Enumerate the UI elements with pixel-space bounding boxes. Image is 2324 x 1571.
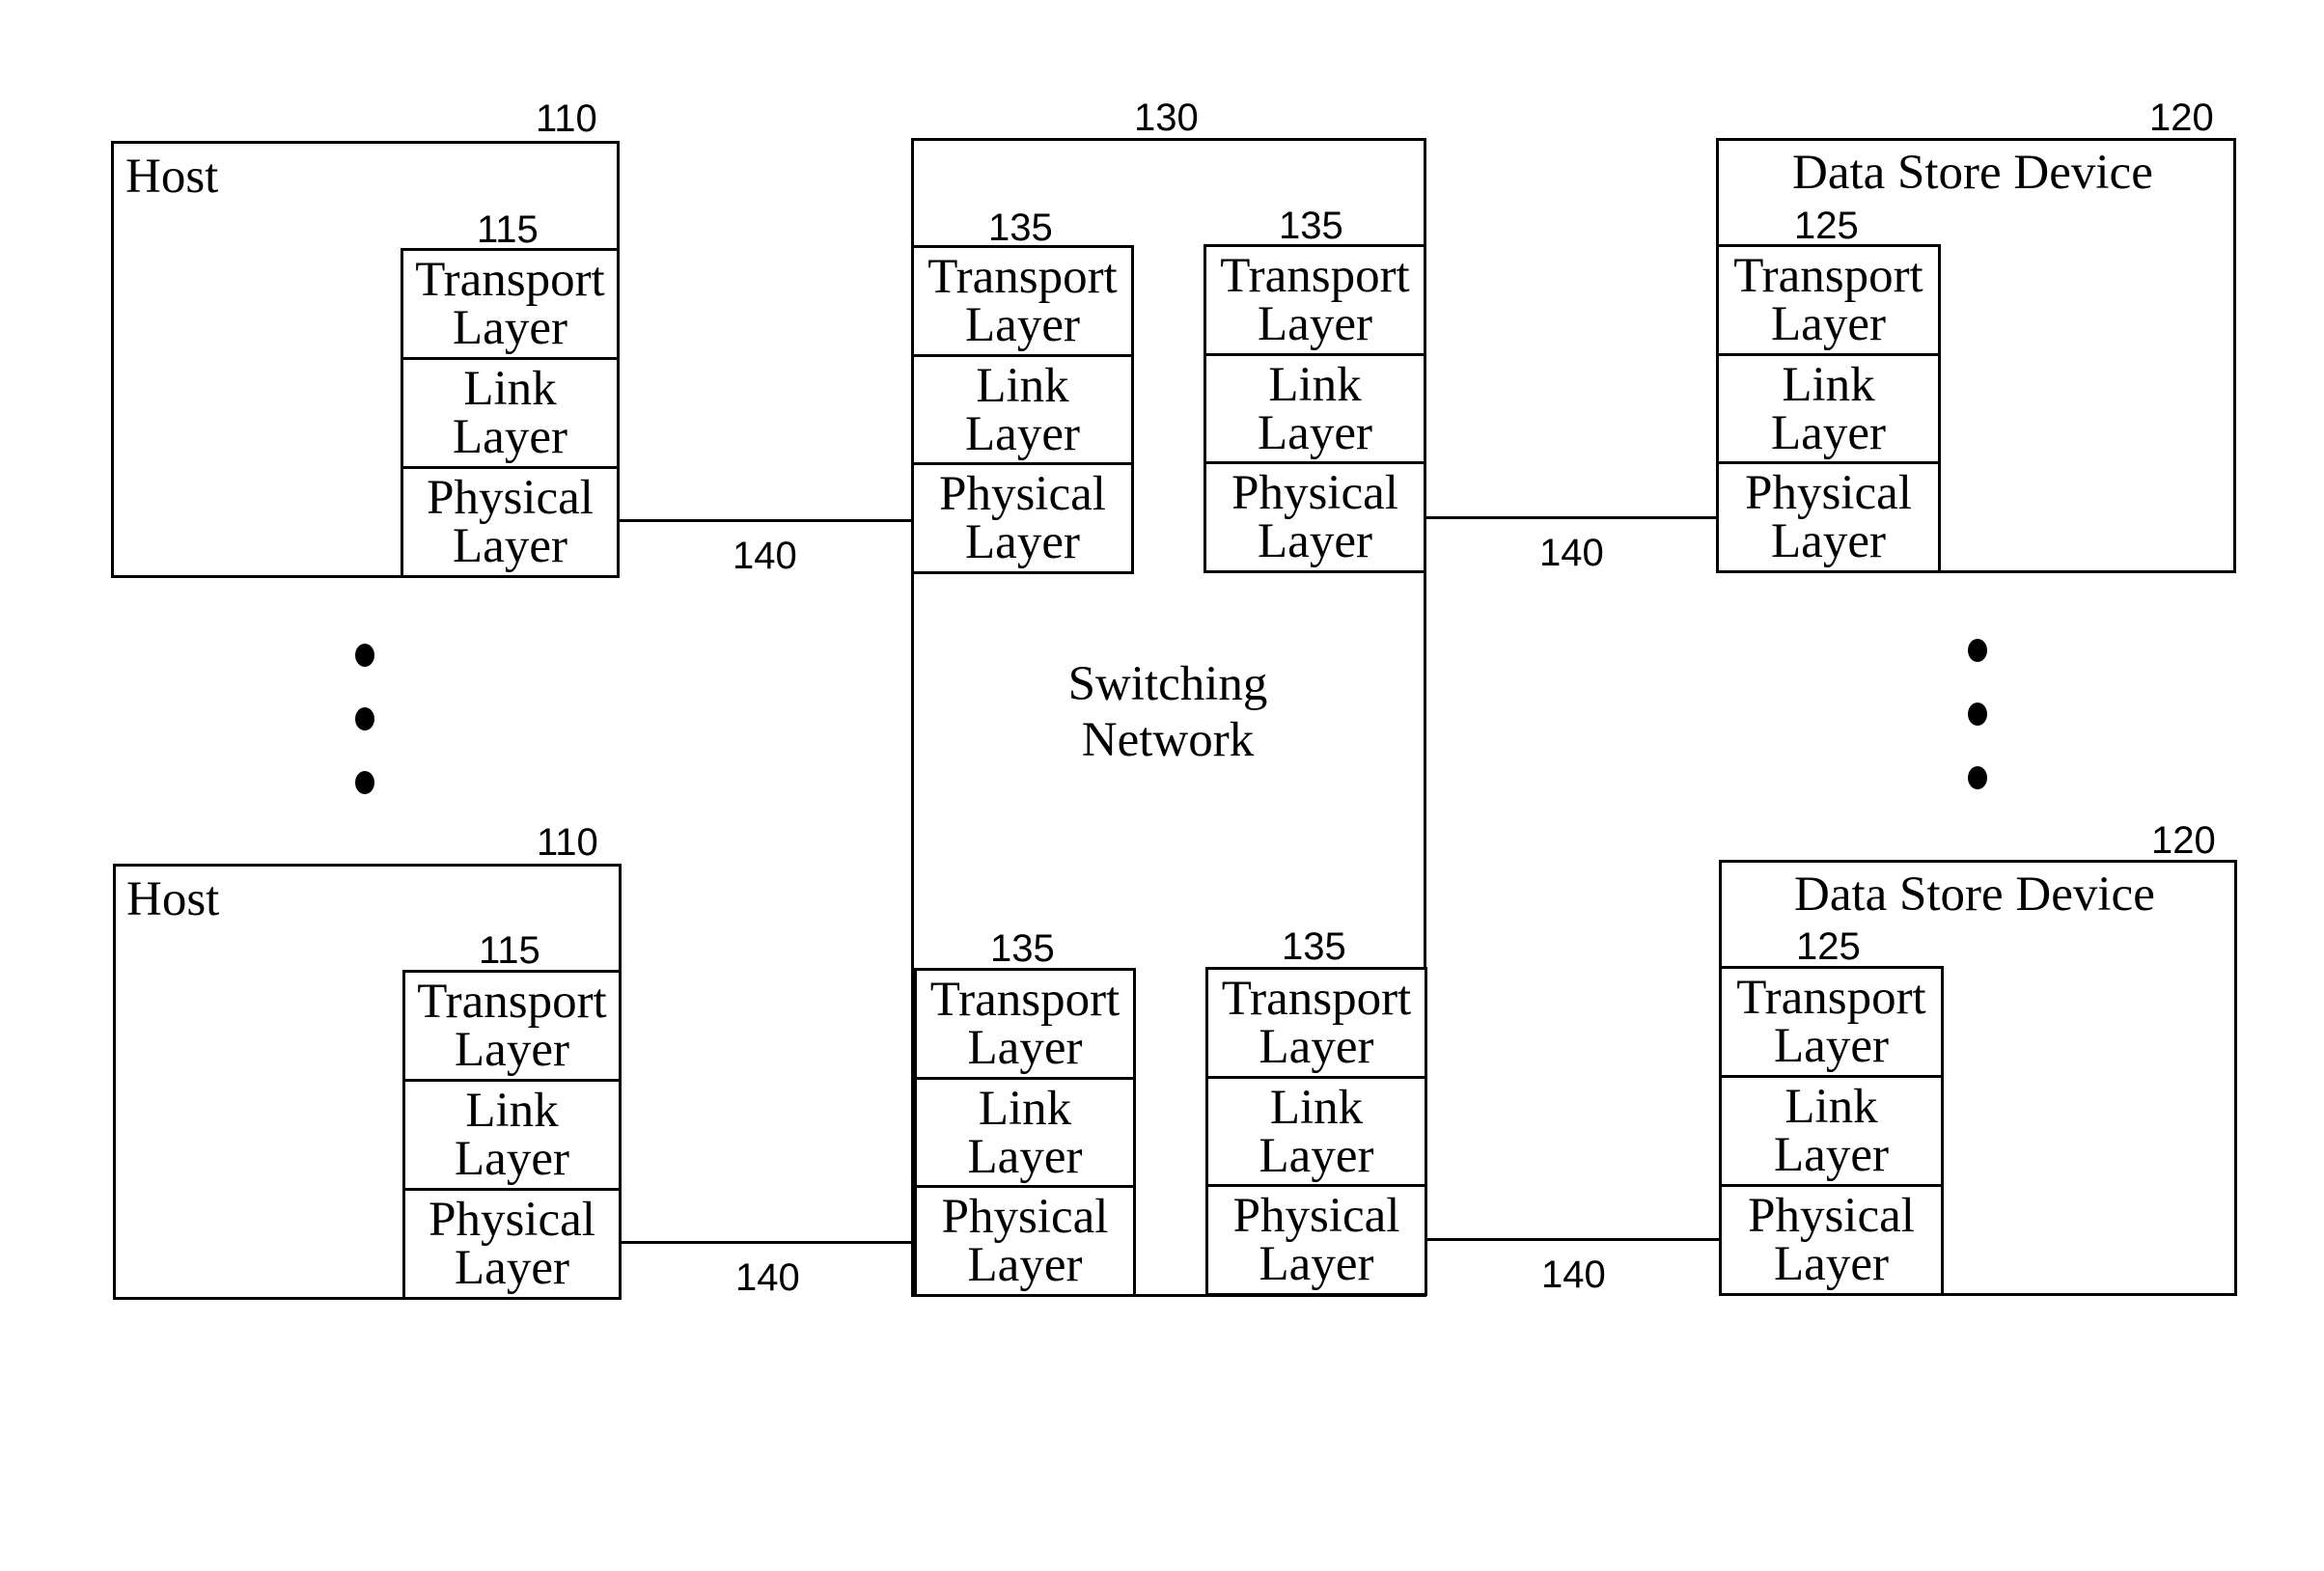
link-line-switch-datastore1 [1426, 516, 1716, 519]
transport-layer: Transport Layer [929, 972, 1120, 1075]
protocol-stack-host-1: Transport Layer Link Layer Physical Layer [401, 248, 620, 578]
host-title-1: Host [125, 150, 219, 204]
physical-layer: Physical Layer [1722, 1184, 1941, 1293]
link-layer: Link Layer [1722, 1075, 1941, 1184]
protocol-stack-data-store-2: Transport Layer Link Layer Physical Layer [1719, 966, 1944, 1296]
transport-layer: Transport Layer [1736, 971, 1926, 1073]
ellipsis-dot-data-stores [1968, 703, 1987, 726]
switch-stack-ref-1: 135 [988, 207, 1053, 249]
link-ref-1: 140 [733, 535, 797, 577]
data-store-stack-ref-2: 125 [1796, 925, 1861, 968]
ellipsis-dot-data-stores [1968, 766, 1987, 789]
protocol-stack-host-2: Transport Layer Link Layer Physical Layer [402, 970, 622, 1300]
switch-stack-ref-2: 135 [1279, 205, 1343, 247]
host-title-2: Host [126, 872, 220, 926]
protocol-stack-switch-4: Transport Layer Link Layer Physical Layer [1205, 967, 1427, 1296]
link-ref-3: 140 [735, 1256, 800, 1299]
host-ref-1: 110 [536, 97, 597, 140]
protocol-stack-data-store-1: Transport Layer Link Layer Physical Layer [1716, 244, 1941, 573]
link-line-switch-datastore2 [1427, 1238, 1719, 1241]
host-ref-2: 110 [537, 821, 598, 864]
link-layer: Link Layer [1208, 1075, 1425, 1185]
switch-ref: 130 [1134, 96, 1199, 139]
physical-layer: Physical Layer [917, 1185, 1133, 1294]
ellipsis-dot-hosts [355, 707, 374, 730]
host-stack-ref-1: 115 [477, 208, 539, 251]
protocol-stack-switch-3: Transport Layer Link Layer Physical Layer [914, 968, 1136, 1297]
host-stack-ref-2: 115 [479, 929, 540, 972]
transport-layer: Transport Layer [1733, 248, 1923, 351]
ellipsis-dot-data-stores [1968, 639, 1987, 662]
switching-network-label: Switching Network [1023, 656, 1313, 768]
transport-layer: Transport Layer [1221, 971, 1412, 1074]
transport-layer: Transport Layer [1220, 248, 1410, 351]
transport-layer: Transport Layer [417, 975, 607, 1077]
protocol-stack-switch-1: Transport Layer Link Layer Physical Layer [911, 245, 1134, 574]
link-layer: Link Layer [1206, 352, 1424, 462]
data-store-stack-ref-1: 125 [1794, 205, 1859, 247]
protocol-stack-switch-2: Transport Layer Link Layer Physical Layer [1204, 244, 1426, 573]
data-store-title-1: Data Store Device [1792, 146, 2153, 200]
physical-layer: Physical Layer [1208, 1184, 1425, 1293]
data-store-title-2: Data Store Device [1794, 868, 2155, 922]
link-layer: Link Layer [405, 1079, 619, 1188]
ellipsis-dot-hosts [355, 771, 374, 794]
link-layer: Link Layer [917, 1076, 1133, 1186]
switching-network-label-line2: Network [1081, 713, 1255, 767]
link-line-host1-switch [620, 519, 911, 522]
data-store-ref-1: 120 [2149, 96, 2214, 139]
link-ref-2: 140 [1539, 532, 1604, 574]
ellipsis-dot-hosts [355, 644, 374, 667]
link-layer: Link Layer [1719, 352, 1938, 462]
switch-stack-ref-3: 135 [990, 927, 1055, 970]
data-store-ref-2: 120 [2151, 819, 2216, 862]
physical-layer: Physical Layer [1206, 461, 1424, 570]
physical-layer: Physical Layer [405, 1188, 619, 1297]
link-layer: Link Layer [914, 353, 1131, 463]
switching-network-label-line1: Switching [1067, 657, 1268, 711]
link-line-host2-switch [622, 1241, 914, 1244]
switch-stack-ref-4: 135 [1282, 925, 1346, 968]
physical-layer: Physical Layer [914, 462, 1131, 571]
physical-layer: Physical Layer [403, 466, 617, 575]
physical-layer: Physical Layer [1719, 461, 1938, 570]
link-ref-4: 140 [1541, 1254, 1606, 1296]
link-layer: Link Layer [403, 357, 617, 466]
transport-layer: Transport Layer [415, 253, 605, 355]
transport-layer: Transport Layer [927, 249, 1118, 352]
